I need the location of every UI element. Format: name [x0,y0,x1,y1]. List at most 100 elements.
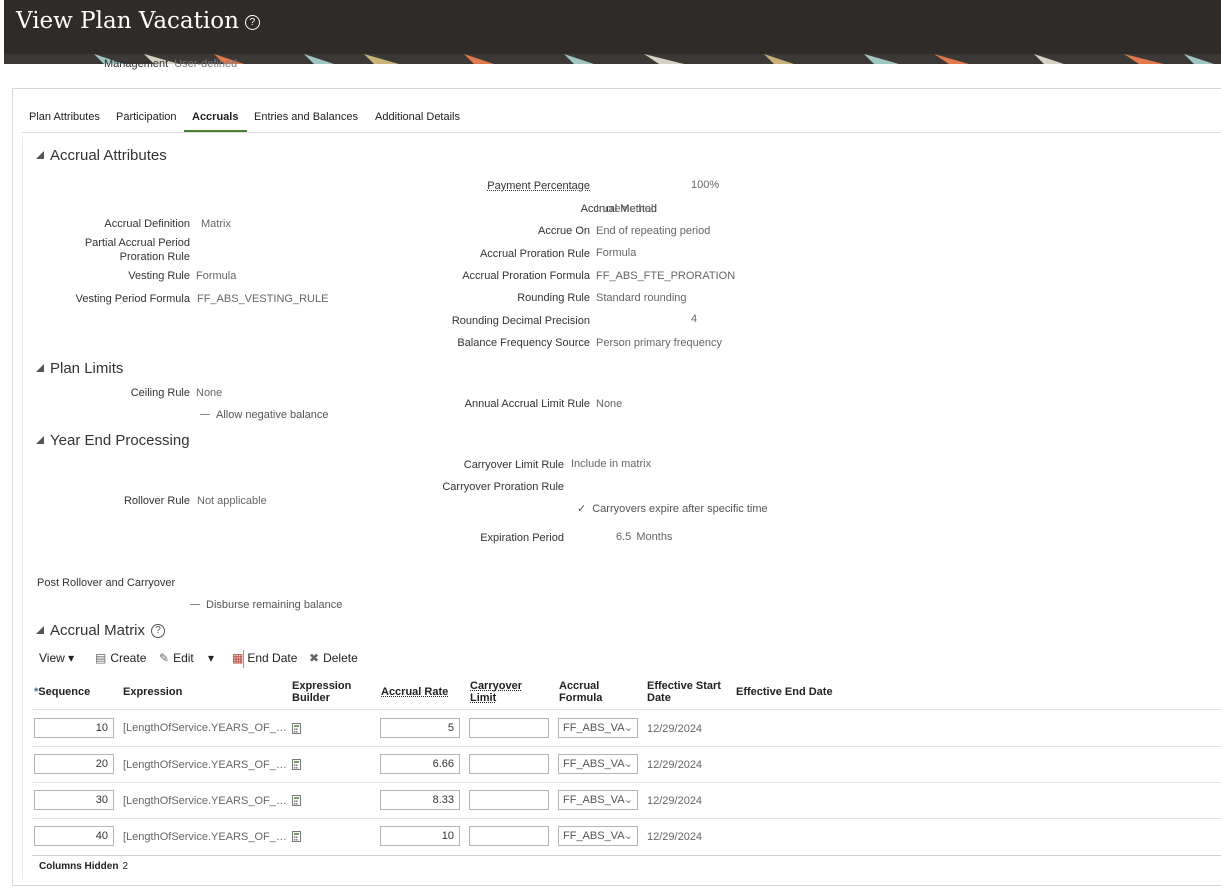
carryover-limit-input[interactable] [469,754,549,774]
chevron-down-icon: ⌄ [623,722,633,734]
carryover-limit-input[interactable] [469,718,549,738]
carryover-limit-input[interactable] [469,826,549,846]
accrual-method-value: Incremental [596,203,654,215]
column-header-expression[interactable]: Expression [123,686,182,698]
row-divider [32,746,1221,747]
expression-cell: [LengthOfService.YEARS_OF_… [123,795,287,807]
payment-percentage-label[interactable]: Payment Percentage [487,180,590,192]
collapse-triangle-icon[interactable] [36,151,44,159]
expiration-period-label: Expiration Period [480,532,564,544]
accrual-rate-input[interactable]: 5 [380,718,460,738]
accrual-attributes-header[interactable]: Accrual Attributes [36,147,167,164]
accrue-on-label: Accrue On [538,225,590,237]
accrual-formula-select[interactable]: FF_ABS_VA ⌄ [558,790,638,810]
annual-accrual-limit-rule-label: Annual Accrual Limit Rule [464,398,590,410]
help-icon[interactable]: ? [244,14,260,30]
accrual-definition-label: Accrual Definition [104,218,190,230]
accrual-formula-select[interactable]: FF_ABS_VA ⌄ [558,754,638,774]
year-end-processing-header[interactable]: Year End Processing [36,432,190,449]
edit-menu-arrow[interactable]: ▾ [208,651,214,665]
accrual-proration-rule-value: Formula [596,247,637,259]
accrual-formula-select[interactable]: FF_ABS_VA ⌄ [558,718,638,738]
effective-start-date-cell: 12/29/2024 [647,795,703,807]
column-header-accrual-rate[interactable]: Accrual Rate [381,686,448,698]
effective-start-date-cell: 12/29/2024 [647,759,703,771]
expression-builder-icon[interactable] [292,723,302,734]
carryovers-expire: ✓ Carryovers expire after specific time [577,503,768,515]
accrual-definition-value: Matrix [201,218,231,230]
accrual-matrix-header[interactable]: Accrual Matrix? [36,622,166,639]
expression-cell: [LengthOfService.YEARS_OF_… [123,759,287,771]
end-date-button[interactable]: ▦ End Date [232,651,297,665]
column-header-carryover-limit[interactable]: Carryover Limit [470,680,522,704]
tab-entries-and-balances[interactable]: Entries and Balances [254,111,358,123]
carryover-limit-input[interactable] [469,790,549,810]
tab-participation[interactable]: Participation [116,111,177,123]
collapse-triangle-icon[interactable] [36,436,44,444]
effective-start-date-cell: 12/29/2024 [647,831,703,843]
expression-builder-icon[interactable] [292,831,302,842]
accrual-rate-input[interactable]: 10 [380,826,460,846]
accrual-formula-select[interactable]: FF_ABS_VA ⌄ [558,826,638,846]
carryover-proration-rule-label: Carryover Proration Rule [442,481,564,493]
ceiling-rule-value: None [196,387,223,399]
view-menu-button[interactable]: View ▾ [39,651,74,665]
annual-accrual-limit-rule-value: None [596,398,623,410]
tab-additional-details[interactable]: Additional Details [375,111,460,123]
sequence-input[interactable]: 10 [34,718,114,738]
expression-cell: [LengthOfService.YEARS_OF_… [123,722,287,734]
chevron-down-icon: ⌄ [623,830,633,842]
ceiling-rule-label: Ceiling Rule [130,387,190,399]
page-title: View Plan Vacation? [16,8,260,34]
sequence-input[interactable]: 30 [34,790,114,810]
column-header-accrual-formula[interactable]: Accrual Formula [559,680,602,704]
chevron-down-icon: ⌄ [623,758,633,770]
accrue-on-value: End of repeating period [596,225,711,237]
tab-accruals[interactable]: Accruals [192,111,238,123]
tabs-divider [22,132,1221,133]
partial-accrual-label-2: Proration Rule [119,251,190,263]
tab-plan-attributes[interactable]: Plan Attributes [29,111,100,123]
accrual-rate-input[interactable]: 8.33 [380,790,460,810]
vesting-period-formula-value: FF_ABS_VESTING_RULE [197,293,329,305]
column-header-effective-end-date[interactable]: Effective End Date [736,686,833,698]
create-button[interactable]: ▤ Create [95,651,146,665]
accrual-proration-rule-label: Accrual Proration Rule [479,248,590,260]
partial-accrual-label-1: Partial Accrual Period [84,237,190,249]
expression-cell: [LengthOfService.YEARS_OF_… [123,831,287,843]
help-icon[interactable]: ? [151,624,166,638]
delete-button[interactable]: ✖ Delete [309,651,358,665]
row-divider [32,818,1221,819]
expression-builder-icon[interactable] [292,795,302,806]
table-footer-divider [32,855,1221,856]
page-header: View Plan Vacation? [4,0,1221,54]
calendar-end-icon: ▦ [232,651,244,665]
post-rollover-label: Post Rollover and Carryover [37,577,176,589]
column-header-effective-start-date[interactable]: Effective Start Date [647,680,721,704]
accrual-proration-formula-value: FF_ABS_FTE_PRORATION [596,270,736,282]
vesting-rule-value: Formula [196,270,237,282]
effective-start-date-cell: 12/29/2024 [647,723,703,735]
carryover-limit-rule-value: Include in matrix [571,458,652,470]
disburse-remaining-balance: Disburse remaining balance [190,599,342,611]
expression-builder-icon[interactable] [292,759,302,770]
collapse-triangle-icon[interactable] [36,626,44,634]
column-header-sequence[interactable]: *Sequence [34,686,90,698]
pencil-icon: ✎ [159,651,170,665]
edit-button[interactable]: ✎ Edit [159,651,194,665]
carryover-limit-rule-label: Carryover Limit Rule [463,459,564,471]
plan-limits-header[interactable]: Plan Limits [36,360,123,377]
chevron-down-icon: ⌄ [623,794,633,806]
sequence-input[interactable]: 20 [34,754,114,774]
rounding-rule-label: Rounding Rule [517,292,590,304]
unchecked-dash-icon [190,604,200,605]
balance-frequency-source-value: Person primary frequency [596,337,722,349]
expiration-period-value: 6.5 Months [616,531,673,543]
accrual-rate-input[interactable]: 6.66 [380,754,460,774]
vesting-rule-label: Vesting Rule [128,270,190,282]
rollover-rule-value: Not applicable [197,495,267,507]
column-header-expression-builder[interactable]: Expression Builder [292,680,351,704]
create-document-icon: ▤ [95,651,107,665]
collapse-triangle-icon[interactable] [36,364,44,372]
sequence-input[interactable]: 40 [34,826,114,846]
